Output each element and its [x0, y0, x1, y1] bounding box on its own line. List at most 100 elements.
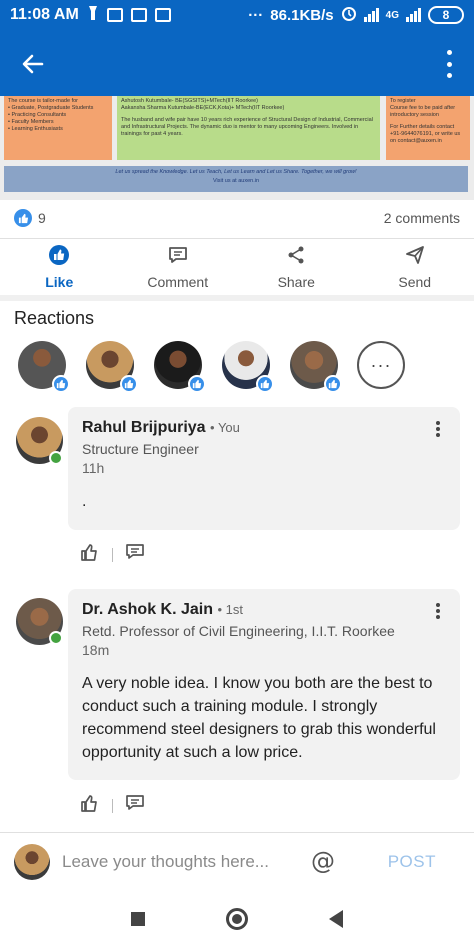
comment-label: Comment — [147, 274, 209, 290]
divider — [0, 238, 474, 239]
like-badge-icon — [120, 375, 138, 393]
banner-strip: Let us spread the Knowledge. Let us Teac… — [4, 166, 468, 192]
online-status-icon — [49, 451, 63, 465]
signal-icon — [363, 8, 379, 22]
reactor-avatar[interactable] — [18, 341, 70, 393]
commenter-headline: Retd. Professor of Civil Engineering, I.… — [82, 623, 395, 639]
separator — [112, 547, 113, 562]
like-label: Like — [45, 274, 74, 290]
commenter-name[interactable]: Dr. Ashok K. Jain — [82, 601, 213, 618]
status-time: 11:08 AM — [10, 6, 79, 23]
social-counts: 9 2 comments — [0, 200, 474, 236]
share-icon — [285, 244, 307, 271]
battery-level: 8 — [442, 8, 450, 22]
like-badge-icon — [324, 375, 342, 393]
comments-count[interactable]: 2 comments — [384, 210, 460, 226]
banner-text: • Learning Enthusiasts — [8, 126, 63, 132]
banner-text: To register — [390, 98, 416, 104]
post-actions: Like Comment Share Send — [0, 240, 474, 294]
banner-text: • Faculty Members — [8, 119, 54, 125]
alarm-icon — [341, 5, 357, 25]
like-button[interactable]: Like — [0, 240, 119, 294]
comment-composer: @ POST — [0, 834, 474, 890]
comment-actions — [80, 543, 145, 566]
reaction-count[interactable]: 9 — [38, 210, 46, 226]
comment-actions — [80, 794, 145, 817]
banner-text: For Further details contact +91-96440761… — [390, 124, 461, 144]
status-bar: 11:08 AM ··· 86.1KB/s 4G 8 — [0, 0, 474, 30]
banner-trainers-box: Ashutosh Kutumbale- BE(SGSITS)+MTech(IIT… — [117, 96, 380, 160]
banner-text: Aakansha Sharma Kutumbale-BE(ECK,Kota)+ … — [121, 105, 285, 111]
commenter-name[interactable]: Rahul Brijpuriya — [82, 419, 206, 436]
comment-icon — [167, 244, 189, 271]
app-bar — [0, 30, 474, 96]
banner-text: Course fee to be paid after introductory… — [390, 105, 456, 118]
banner-text: • Practicing Consultants — [8, 112, 67, 118]
comment-time: 18m — [82, 642, 110, 658]
reactor-avatar[interactable] — [222, 341, 274, 393]
connection-degree: • You — [210, 420, 240, 435]
comment-like-icon[interactable] — [80, 543, 100, 566]
like-badge-icon — [188, 375, 206, 393]
commenter-headline: Structure Engineer — [82, 441, 199, 457]
section-divider — [0, 295, 474, 301]
post-image[interactable]: The course is tailor-made for • Graduate… — [0, 96, 474, 200]
banner-text: Ashutosh Kutumbale- BE(SGSITS)+MTech(IIT… — [121, 98, 258, 104]
system-nav-bar — [0, 890, 474, 948]
signal-icon-2 — [406, 8, 421, 22]
more-label: ··· — [370, 354, 392, 375]
comment-text: A very noble idea. I know you both are t… — [82, 675, 436, 761]
comment-more-icon[interactable] — [436, 421, 440, 437]
comment-input[interactable] — [62, 852, 298, 872]
send-icon — [404, 244, 426, 271]
comment-bubble: Dr. Ashok K. Jain • 1st Retd. Professor … — [68, 589, 460, 780]
connection-degree: • 1st — [217, 602, 243, 617]
send-button[interactable]: Send — [356, 240, 474, 294]
comment-like-icon[interactable] — [80, 794, 100, 817]
app-notification-icon — [106, 8, 123, 22]
banner-slogan: Let us spread the Knowledge. Let us Teac… — [115, 169, 357, 175]
back-icon[interactable] — [329, 910, 344, 928]
torch-icon — [87, 5, 99, 26]
network-speed: 86.1KB/s — [270, 6, 334, 24]
like-badge-icon — [256, 375, 274, 393]
app-notification-icon-2 — [130, 8, 147, 22]
reactions-title: Reactions — [14, 308, 95, 328]
mention-icon[interactable]: @ — [310, 849, 336, 875]
banner-website: Visit us at auxen.in — [212, 178, 260, 184]
comment-button[interactable]: Comment — [119, 240, 238, 294]
more-vertical-icon[interactable] — [444, 50, 454, 78]
comment-text: . — [82, 493, 87, 510]
separator — [112, 798, 113, 813]
reactor-avatar[interactable] — [290, 341, 342, 393]
home-icon[interactable] — [225, 908, 248, 930]
banner-register-box: To register Course fee to be paid after … — [386, 96, 470, 160]
more-notifications-icon: ··· — [248, 6, 264, 24]
recents-icon[interactable] — [130, 912, 145, 926]
like-reaction-icon[interactable] — [14, 209, 32, 227]
commenter-name-row: Rahul Brijpuriya • You — [82, 419, 446, 437]
thumbs-up-icon — [48, 244, 70, 271]
back-arrow-icon[interactable] — [16, 47, 50, 81]
share-button[interactable]: Share — [237, 240, 356, 294]
divider — [0, 832, 474, 833]
banner-audience-box: The course is tailor-made for • Graduate… — [4, 96, 112, 160]
banner-text: • Graduate, Postgraduate Students — [8, 105, 94, 111]
reactors-row: ··· — [18, 341, 458, 393]
online-status-icon — [49, 631, 63, 645]
comment-time: 11h — [82, 460, 105, 476]
app-notification-icon-3 — [154, 8, 171, 22]
banner-text: The husband and wife pair have 10 years … — [121, 117, 373, 137]
my-avatar — [14, 844, 50, 880]
battery-icon: 8 — [428, 6, 464, 24]
network-type: 4G — [385, 9, 399, 21]
comment-reply-icon[interactable] — [125, 543, 145, 566]
share-label: Share — [277, 274, 315, 290]
reactor-avatar[interactable] — [86, 341, 138, 393]
comment-more-icon[interactable] — [436, 603, 440, 619]
post-button[interactable]: POST — [388, 852, 436, 872]
send-label: Send — [398, 274, 432, 290]
comment-reply-icon[interactable] — [125, 794, 145, 817]
reactor-avatar[interactable] — [154, 341, 206, 393]
more-reactors-button[interactable]: ··· — [357, 341, 405, 389]
